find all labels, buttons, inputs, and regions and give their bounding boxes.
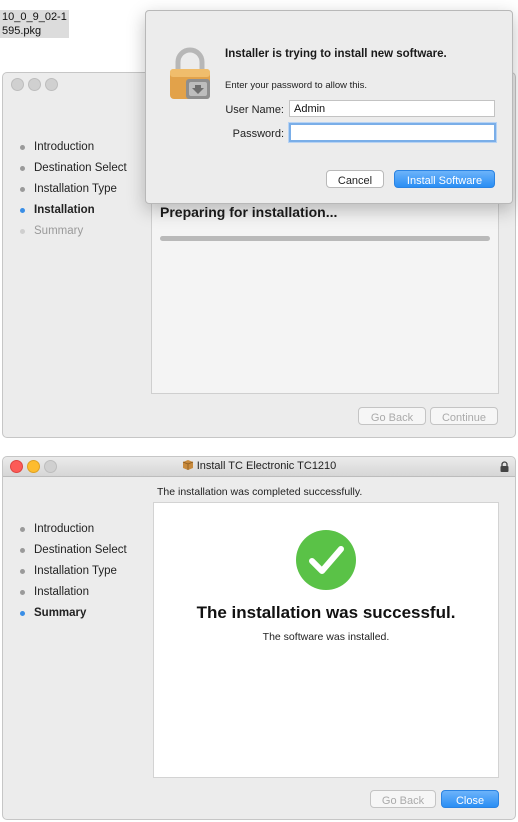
step-installation-type: Installation Type — [17, 561, 127, 582]
step-summary: Summary — [17, 603, 127, 624]
window-title-bar: Install TC Electronic TC1210 — [3, 457, 515, 477]
step-bullet-icon — [20, 527, 25, 532]
lock-icon — [168, 47, 212, 103]
step-bullet-icon — [20, 145, 25, 150]
step-bullet-icon — [20, 611, 25, 616]
success-title: The installation was successful. — [196, 603, 456, 622]
step-destination-select: Destination Select — [17, 540, 127, 561]
installation-status-title: Preparing for installation... — [160, 204, 338, 220]
minimize-window-button[interactable] — [28, 78, 41, 91]
step-bullet-icon — [20, 208, 25, 213]
dialog-subtitle: Enter your password to allow this. — [225, 80, 368, 91]
file-name-line-2: 595.pkg — [2, 25, 42, 37]
step-introduction: Introduction — [17, 137, 127, 158]
zoom-window-button[interactable] — [45, 78, 58, 91]
package-icon — [182, 460, 193, 470]
step-introduction: Introduction — [17, 519, 127, 540]
step-installation: Installation — [17, 582, 127, 603]
password-label: Password: — [232, 128, 284, 140]
close-button[interactable]: Close — [441, 790, 499, 808]
step-destination-select: Destination Select — [17, 158, 127, 179]
password-field[interactable] — [289, 123, 496, 142]
installer-steps-sidebar: Introduction Destination Select Installa… — [17, 137, 127, 242]
file-name-line-1: 10_0_9_02-1 — [2, 11, 67, 23]
step-bullet-icon — [20, 569, 25, 574]
completion-message: The installation was completed successfu… — [157, 486, 363, 498]
continue-button[interactable]: Continue — [430, 407, 498, 425]
installer-steps-sidebar: Introduction Destination Select Installa… — [17, 519, 127, 624]
step-bullet-icon — [20, 166, 25, 171]
step-installation-type: Installation Type — [17, 179, 127, 200]
installation-progress-bar — [160, 236, 490, 241]
go-back-button[interactable]: Go Back — [358, 407, 426, 425]
package-file-label[interactable]: 10_0_9_02-1 595.pkg — [0, 10, 69, 38]
success-subtitle: The software was installed. — [262, 631, 390, 643]
lock-icon — [500, 461, 509, 472]
go-back-button[interactable]: Go Back — [370, 790, 436, 808]
checkmark-icon — [296, 530, 356, 590]
username-label: User Name: — [225, 104, 284, 116]
step-installation: Installation — [17, 200, 127, 221]
step-bullet-icon — [20, 229, 25, 234]
step-bullet-icon — [20, 548, 25, 553]
step-bullet-icon — [20, 187, 25, 192]
cancel-button[interactable]: Cancel — [326, 170, 384, 188]
dialog-title: Installer is trying to install new softw… — [225, 48, 447, 60]
step-summary: Summary — [17, 221, 127, 242]
window-title: Install TC Electronic TC1210 — [3, 457, 515, 476]
authentication-dialog: Installer is trying to install new softw… — [145, 10, 513, 204]
username-field[interactable]: Admin — [289, 100, 495, 117]
step-bullet-icon — [20, 590, 25, 595]
install-software-button[interactable]: Install Software — [394, 170, 495, 188]
close-window-button[interactable] — [11, 78, 24, 91]
